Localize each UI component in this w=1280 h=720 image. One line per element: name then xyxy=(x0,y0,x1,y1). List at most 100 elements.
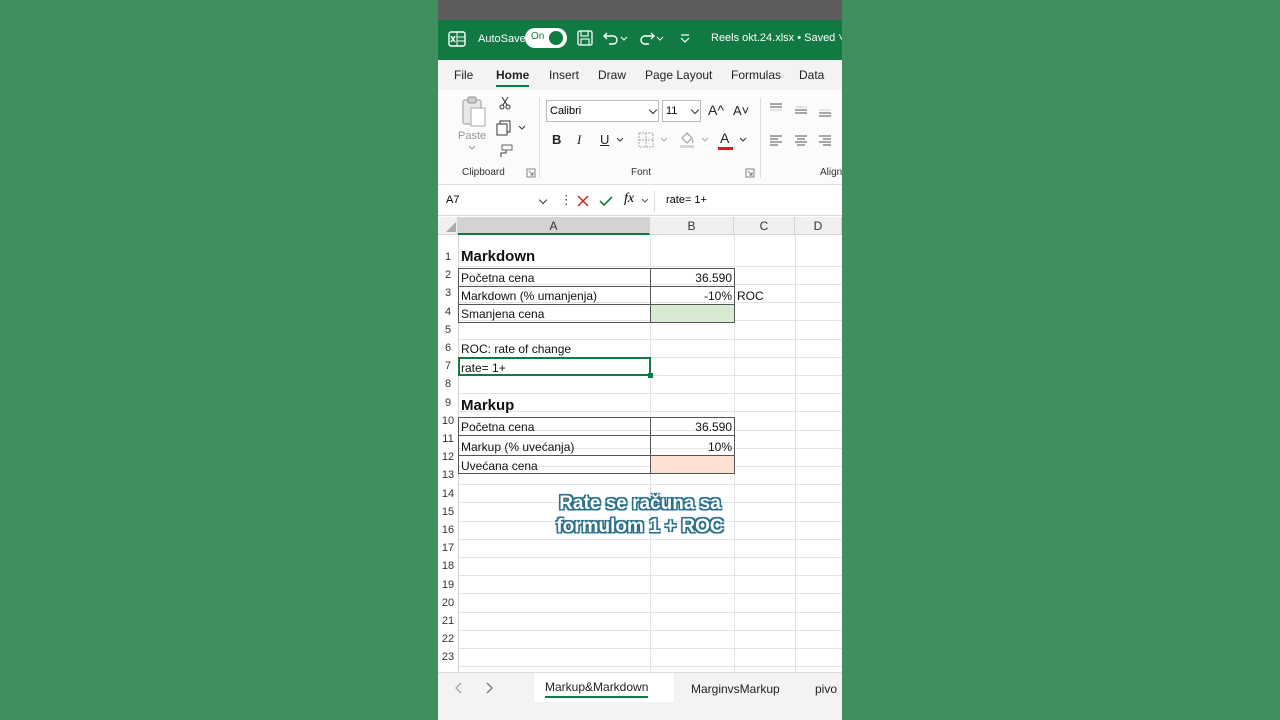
cell-a11[interactable]: Markup (% uvećanja) xyxy=(461,440,574,454)
row-header-6[interactable]: 6 xyxy=(438,342,458,354)
more-options-icon[interactable]: ⋮ xyxy=(560,192,573,208)
paste-icon[interactable] xyxy=(460,96,488,128)
sheet-tab-markup-markdown[interactable]: Markup&Markdown xyxy=(545,680,649,698)
fill-handle[interactable] xyxy=(648,373,653,378)
row-header-12[interactable]: 12 xyxy=(438,451,458,463)
fill-color-dropdown-icon[interactable] xyxy=(701,136,709,144)
formula-input[interactable]: rate= 1+ xyxy=(666,194,707,206)
cell-a2[interactable]: Početna cena xyxy=(461,271,534,285)
fill-color-icon[interactable] xyxy=(678,130,696,150)
underline-dropdown-icon[interactable] xyxy=(616,136,624,144)
cell-b2[interactable]: 36.590 xyxy=(650,271,732,285)
copy-dropdown-icon[interactable] xyxy=(518,124,526,132)
row-header-17[interactable]: 17 xyxy=(438,542,458,554)
cell-a7[interactable]: rate= 1+ xyxy=(461,361,506,375)
tab-formulas[interactable]: Formulas xyxy=(731,68,781,82)
font-size-select[interactable]: 11 xyxy=(662,100,701,122)
cell-b10[interactable]: 36.590 xyxy=(650,420,732,434)
cell-b11[interactable]: 10% xyxy=(650,440,732,454)
cell-a9[interactable]: Markup xyxy=(461,397,514,414)
row-header-22[interactable]: 22 xyxy=(438,633,458,645)
row-header-3[interactable]: 3 xyxy=(438,287,458,299)
tab-home[interactable]: Home xyxy=(496,68,530,87)
borders-icon[interactable] xyxy=(638,132,654,148)
redo-icon[interactable] xyxy=(638,29,656,47)
cell-a4[interactable]: Smanjena cena xyxy=(461,307,544,321)
row-header-18[interactable]: 18 xyxy=(438,560,458,572)
tab-page-layout[interactable]: Page Layout xyxy=(645,68,712,82)
font-name-select[interactable]: Calibri xyxy=(546,100,659,122)
cell-a6[interactable]: ROC: rate of change xyxy=(461,342,571,356)
row-header-10[interactable]: 10 xyxy=(438,415,458,427)
sheet-tab-pivot[interactable]: pivo xyxy=(815,682,837,696)
borders-dropdown-icon[interactable] xyxy=(660,136,668,144)
cell-a3[interactable]: Markdown (% umanjenja) xyxy=(461,289,597,303)
save-icon[interactable] xyxy=(576,29,594,47)
font-launcher-icon[interactable] xyxy=(745,168,755,178)
cell-c3[interactable]: ROC xyxy=(737,289,764,303)
clipboard-launcher-icon[interactable] xyxy=(526,168,536,178)
insert-function-button[interactable]: fx xyxy=(624,191,634,207)
row-header-16[interactable]: 16 xyxy=(438,524,458,536)
copy-icon[interactable] xyxy=(496,120,514,136)
row-header-23[interactable]: 23 xyxy=(438,651,458,663)
cell-a10[interactable]: Početna cena xyxy=(461,420,534,434)
column-header-c[interactable]: C xyxy=(734,217,795,235)
cut-icon[interactable] xyxy=(498,96,512,110)
chevron-left-icon[interactable] xyxy=(454,682,464,694)
column-header-d[interactable]: D xyxy=(795,217,842,235)
align-left-icon[interactable] xyxy=(769,134,783,146)
row-header-5[interactable]: 5 xyxy=(438,324,458,336)
row-header-20[interactable]: 20 xyxy=(438,597,458,609)
bold-button[interactable]: B xyxy=(552,132,561,147)
name-box[interactable]: A7 xyxy=(442,190,552,212)
tab-data[interactable]: Data xyxy=(799,68,824,82)
row-header-11[interactable]: 11 xyxy=(438,433,458,445)
grow-font-button[interactable]: A^ xyxy=(708,102,724,118)
align-right-icon[interactable] xyxy=(818,134,832,146)
paste-label[interactable]: Paste xyxy=(458,130,486,142)
tab-draw[interactable]: Draw xyxy=(598,68,626,82)
row-header-1[interactable]: 1 xyxy=(438,251,458,263)
sheet-tab-margin-vs-markup[interactable]: MarginvsMarkup xyxy=(691,682,780,696)
function-dropdown-icon[interactable] xyxy=(641,197,649,205)
font-color-button[interactable]: A xyxy=(720,130,729,146)
cancel-entry-icon[interactable] xyxy=(576,194,590,208)
customize-toolbar-icon[interactable] xyxy=(676,29,694,47)
cell-a1[interactable]: Markdown xyxy=(461,248,535,265)
row-header-13[interactable]: 13 xyxy=(438,469,458,481)
font-color-dropdown-icon[interactable] xyxy=(739,136,747,144)
column-header-a[interactable]: A xyxy=(458,217,650,235)
align-middle-icon[interactable] xyxy=(794,104,808,116)
row-header-8[interactable]: 8 xyxy=(438,378,458,390)
align-top-icon[interactable] xyxy=(769,102,783,114)
undo-dropdown-icon[interactable] xyxy=(620,29,628,47)
tab-insert[interactable]: Insert xyxy=(549,68,579,82)
shrink-font-button[interactable]: A˅ xyxy=(733,103,749,118)
confirm-entry-icon[interactable] xyxy=(598,194,614,208)
row-header-9[interactable]: 9 xyxy=(438,397,458,409)
row-header-21[interactable]: 21 xyxy=(438,615,458,627)
select-all-corner[interactable] xyxy=(438,217,458,235)
row-header-15[interactable]: 15 xyxy=(438,506,458,518)
row-header-7[interactable]: 7 xyxy=(438,360,458,372)
chevron-right-icon[interactable] xyxy=(484,682,494,694)
align-bottom-icon[interactable] xyxy=(818,106,832,118)
align-center-icon[interactable] xyxy=(794,134,808,146)
underline-button[interactable]: U xyxy=(600,132,609,147)
cell-a12[interactable]: Uvećana cena xyxy=(461,459,538,473)
row-header-19[interactable]: 19 xyxy=(438,579,458,591)
undo-icon[interactable] xyxy=(602,29,620,47)
redo-dropdown-icon[interactable] xyxy=(656,29,664,47)
cell-b3[interactable]: -10% xyxy=(650,289,732,303)
tab-file[interactable]: File xyxy=(454,68,473,82)
paste-dropdown-icon[interactable] xyxy=(468,144,476,152)
italic-button[interactable]: I xyxy=(577,132,581,148)
row-header-14[interactable]: 14 xyxy=(438,488,458,500)
format-painter-icon[interactable] xyxy=(497,144,513,158)
row-header-4[interactable]: 4 xyxy=(438,306,458,318)
column-header-b[interactable]: B xyxy=(650,217,734,235)
autosave-toggle[interactable]: On xyxy=(525,28,567,48)
file-title[interactable]: Reels okt.24.xlsx • Saved ˅ xyxy=(711,32,842,44)
row-header-2[interactable]: 2 xyxy=(438,269,458,281)
